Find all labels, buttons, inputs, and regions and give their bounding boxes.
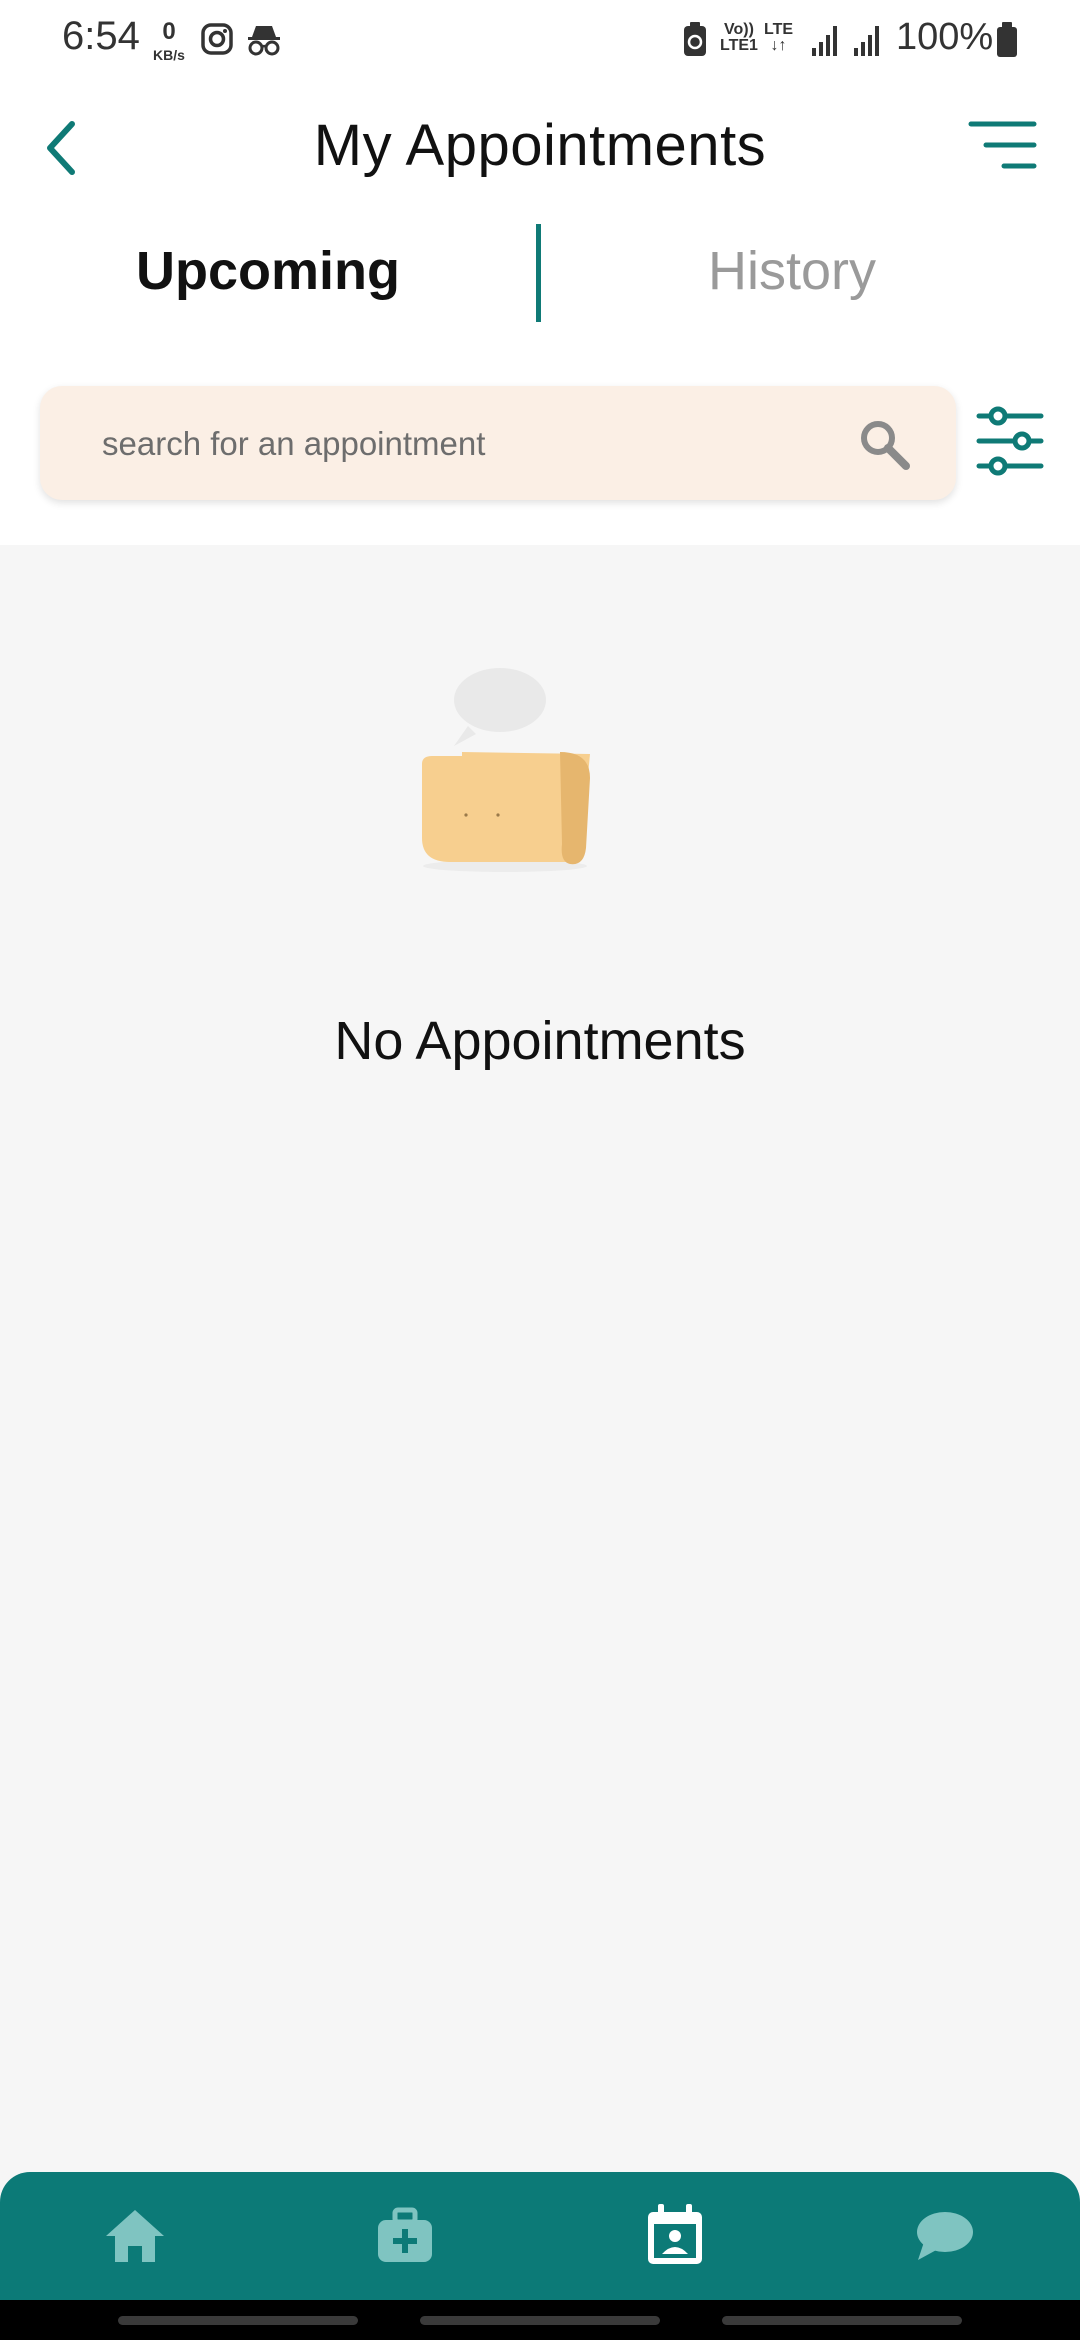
tab-divider	[536, 224, 541, 322]
lte-line2: ↓↑	[770, 37, 787, 54]
gesture-pill	[118, 2316, 358, 2325]
page-title: My Appointments	[313, 113, 767, 178]
network-speed-value: 0	[162, 18, 176, 45]
battery-percent: 100%	[896, 16, 994, 58]
status-time: 6:54	[62, 14, 140, 58]
menu-icon[interactable]	[968, 118, 1038, 174]
battery-icon	[997, 22, 1017, 57]
battery-saver-icon	[684, 22, 706, 56]
status-bar: 6:54 0 KB/s Vo)) LTE1 LTE ↓↑ 100%	[0, 0, 1080, 80]
gesture-navigation-bar	[0, 2300, 1080, 2340]
instagram-icon	[201, 23, 233, 55]
calendar-user-icon[interactable]	[640, 2200, 710, 2270]
empty-state-message: No Appointments	[334, 1011, 746, 1071]
empty-scroll-illustration	[422, 668, 590, 872]
search-icon[interactable]	[856, 416, 912, 472]
volte-line1: Vo))	[724, 21, 754, 38]
volte-indicator: Vo)) LTE1	[720, 22, 758, 54]
home-icon[interactable]	[100, 2200, 170, 2270]
network-speed-unit: KB/s	[153, 47, 185, 63]
lte-line1: LTE	[764, 21, 794, 38]
tab-history[interactable]: History	[708, 240, 876, 302]
network-speed: 0 KB/s	[148, 18, 190, 63]
search-bar	[40, 386, 956, 500]
incognito-icon	[248, 26, 280, 56]
tab-upcoming[interactable]: Upcoming	[136, 240, 400, 302]
sliders-icon[interactable]	[976, 406, 1044, 476]
medical-kit-icon[interactable]	[370, 2200, 440, 2270]
gesture-pill	[722, 2316, 962, 2325]
signal-icon	[854, 26, 879, 56]
lte-indicator: LTE ↓↑	[764, 22, 793, 54]
gesture-pill	[420, 2316, 660, 2325]
chat-icon[interactable]	[910, 2200, 980, 2270]
search-input[interactable]	[100, 414, 864, 474]
signal-icon	[812, 26, 837, 56]
volte-line2: LTE1	[720, 37, 758, 54]
